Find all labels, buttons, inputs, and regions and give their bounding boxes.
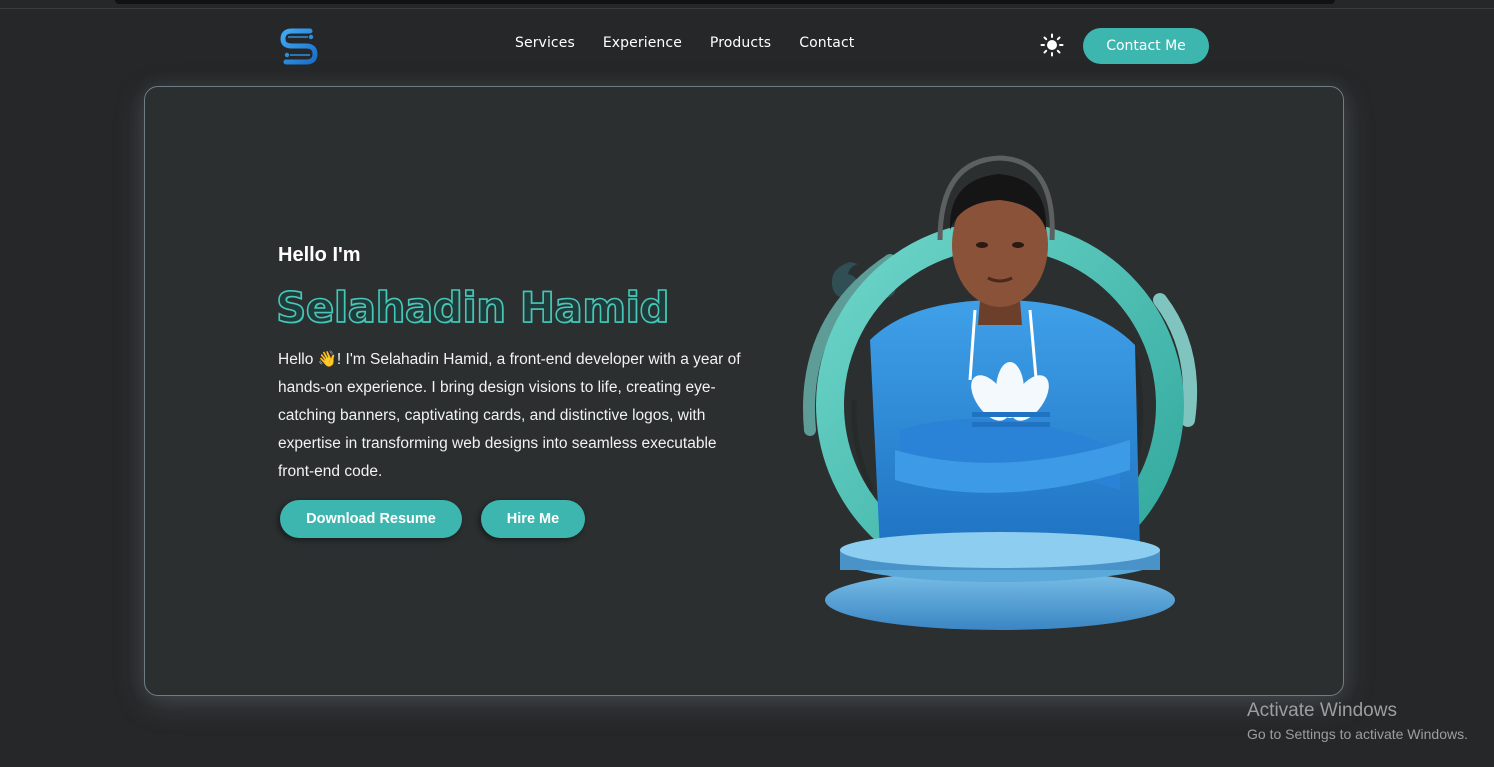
browser-top-strip — [0, 0, 1494, 9]
download-resume-button[interactable]: Download Resume — [280, 500, 462, 538]
profile-portrait — [800, 150, 1200, 640]
hero-bio: Hello 👋! I'm Selahadin Hamid, a front-en… — [278, 351, 741, 480]
contact-me-button[interactable]: Contact Me — [1083, 28, 1209, 64]
nav-contact[interactable]: Contact — [799, 35, 854, 51]
theme-toggle[interactable] — [1040, 33, 1064, 57]
activate-windows-watermark: Activate Windows Go to Settings to activ… — [1247, 700, 1468, 742]
sun-icon — [1040, 33, 1064, 57]
hero-name: Selahadin Hamid — [275, 282, 670, 333]
hire-me-button[interactable]: Hire Me — [481, 500, 585, 538]
top-scrollbar[interactable] — [115, 0, 1335, 4]
activate-subtitle: Go to Settings to activate Windows. — [1247, 726, 1468, 742]
hero-greeting: Hello I'm — [278, 244, 361, 266]
main-nav: Services Experience Products Contact — [515, 35, 854, 51]
portrait-illustration — [803, 155, 1197, 630]
s-circuit-logo-icon — [280, 28, 318, 65]
activate-title: Activate Windows — [1247, 700, 1397, 721]
nav-products[interactable]: Products — [710, 35, 771, 51]
nav-experience[interactable]: Experience — [603, 35, 682, 51]
site-logo[interactable] — [278, 25, 320, 67]
nav-services[interactable]: Services — [515, 35, 575, 51]
